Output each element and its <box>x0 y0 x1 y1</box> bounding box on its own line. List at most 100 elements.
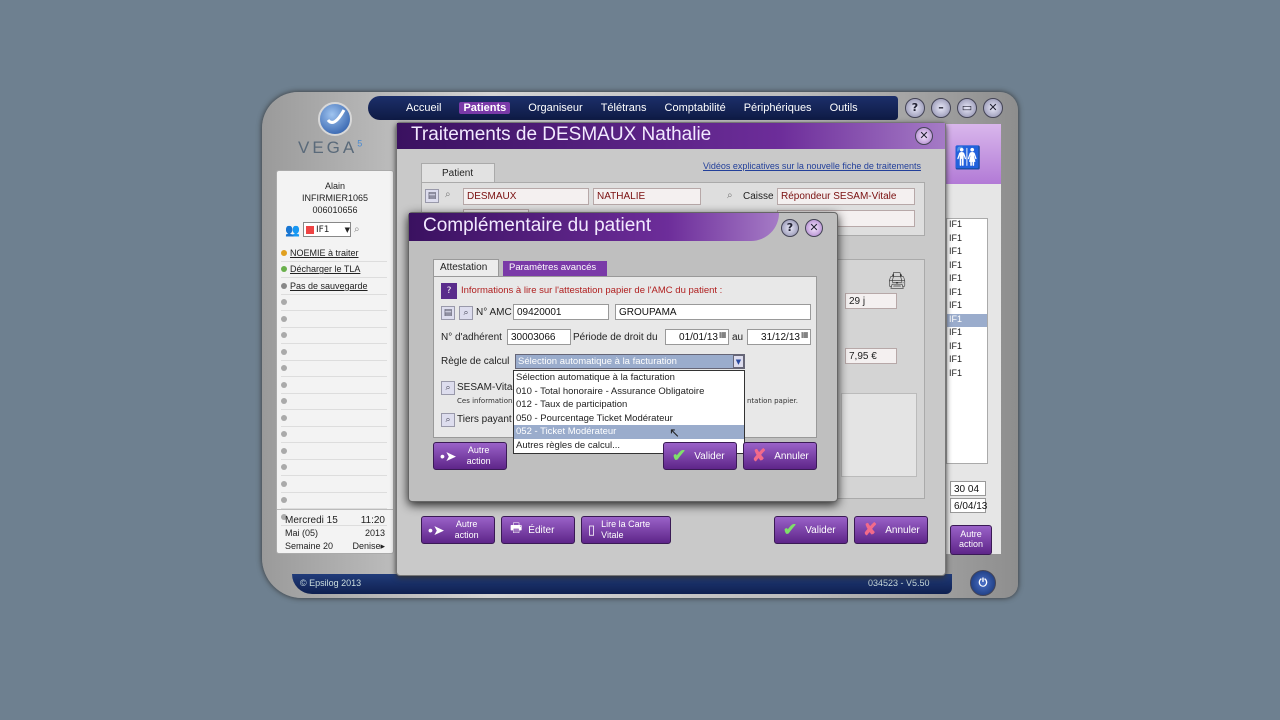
search-icon[interactable]: ⌕ <box>445 189 451 200</box>
card-icon[interactable]: ▤ <box>441 306 455 320</box>
periode-au-label: au <box>732 332 744 343</box>
first-name-field[interactable]: NATHALIE <box>593 188 701 205</box>
left-menu-item[interactable]: Pas de sauvegarde <box>281 278 387 295</box>
right-list-item[interactable]: IF1 <box>947 327 987 341</box>
right-list-item[interactable]: IF1 <box>947 341 987 355</box>
brand-logo: VEGA5 <box>298 138 366 157</box>
annuler-button[interactable]: ✘ Annuler <box>854 516 928 544</box>
right-field-2[interactable]: 6/04/13 <box>950 498 987 513</box>
minimize-icon[interactable]: – <box>931 98 951 118</box>
status-dot-icon <box>281 414 287 421</box>
regle-option[interactable]: 012 - Taux de participation <box>514 398 744 412</box>
amount-field[interactable]: 7,95 € <box>845 348 897 364</box>
dialog-help-icon[interactable]: ? <box>781 219 799 237</box>
right-list-item[interactable]: IF1 <box>947 313 987 327</box>
status-dot-icon <box>281 266 287 273</box>
right-list-item[interactable]: IF1 <box>947 233 987 247</box>
search-icon[interactable]: ⌕ <box>354 224 360 235</box>
caisse-field[interactable]: Répondeur SESAM-Vitale <box>777 188 915 205</box>
attestation-papier-text: ntation papier. <box>747 397 798 405</box>
amc-label: N° AMC <box>476 307 512 318</box>
search-icon[interactable]: ⌕ <box>727 190 733 201</box>
check-icon: ✔ <box>783 520 798 539</box>
dialog-annuler-button[interactable]: ✘ Annuler <box>743 442 817 470</box>
search-icon[interactable]: ⌕ <box>441 381 455 395</box>
editer-button[interactable]: 🖶 Éditer <box>501 516 575 544</box>
chevron-down-icon: ▼ <box>344 225 350 234</box>
lire-carte-button[interactable]: ▯ Lire la Carte Vitale <box>581 516 671 544</box>
print-icon: 🖶 <box>510 520 523 535</box>
nav-peripheriques[interactable]: Périphériques <box>744 102 812 114</box>
right-autre-action-button[interactable]: Autre action <box>950 525 992 555</box>
nav-organiseur[interactable]: Organiseur <box>528 102 582 114</box>
regle-option[interactable]: 010 - Total honoraire - Assurance Obliga… <box>514 385 744 399</box>
left-menu-item <box>281 344 387 361</box>
card-icon[interactable]: ▤ <box>425 189 439 203</box>
help-icon[interactable]: ? <box>905 98 925 118</box>
right-list-item[interactable]: IF1 <box>947 260 987 274</box>
user-id: 006010656 <box>312 205 358 215</box>
autre-action-button[interactable]: •➤ Autre action <box>421 516 495 544</box>
regle-select[interactable]: Sélection automatique à la facturation <box>515 354 745 369</box>
close-icon[interactable]: ✕ <box>983 98 1003 118</box>
nav-outils[interactable]: Outils <box>830 102 858 114</box>
arrow-icon: •➤ <box>440 447 457 464</box>
users-icon: 👥 <box>285 222 300 237</box>
dialog-title: Complémentaire du patient <box>409 213 779 241</box>
search-icon[interactable]: ⌕ <box>459 306 473 320</box>
left-menu-item <box>281 460 387 476</box>
regle-option[interactable]: 050 - Pourcentage Ticket Modérateur <box>514 412 744 426</box>
left-menu-item <box>281 476 387 493</box>
nav-patients[interactable]: Patients <box>459 102 511 114</box>
tab-patient[interactable]: Patient <box>421 163 495 183</box>
right-field-1[interactable]: 30 04 <box>950 481 986 496</box>
adherent-field[interactable]: 30003066 <box>507 329 571 345</box>
tab-attestation[interactable]: Attestation <box>433 259 499 276</box>
left-menu: NOEMIE à traiter Décharger le TLA Pas de s… <box>281 245 387 526</box>
side-box <box>841 393 917 477</box>
patients-icon: 🚻 <box>946 124 1001 184</box>
left-menu-item <box>281 493 387 509</box>
chevron-down-icon[interactable]: ▼ <box>733 355 744 368</box>
printer-icon: 🖨 <box>887 271 908 290</box>
calendar-icon[interactable]: ▦ <box>719 330 727 339</box>
window-close-icon[interactable]: ✕ <box>915 127 933 145</box>
profile-select[interactable]: IF1 ▼ <box>302 222 351 237</box>
search-icon[interactable]: ⌕ <box>441 413 455 427</box>
dialog-close-icon[interactable]: ✕ <box>805 219 823 237</box>
dialog-autre-action-button[interactable]: •➤ Autre action <box>433 442 507 470</box>
amc-name-field[interactable]: GROUPAMA <box>615 304 811 320</box>
days-field[interactable]: 29 j <box>845 293 897 309</box>
right-list-item[interactable]: IF1 <box>947 354 987 368</box>
tab-parametres[interactable]: Paramètres avancés <box>503 261 607 276</box>
right-list-item[interactable]: IF1 <box>947 300 987 314</box>
right-list-item[interactable]: IF1 <box>947 219 987 233</box>
cross-icon: ✘ <box>752 446 767 465</box>
status-dot-icon <box>281 480 287 487</box>
valider-button[interactable]: ✔ Valider <box>774 516 848 544</box>
right-list-item[interactable]: IF1 <box>947 246 987 260</box>
dialog-valider-button[interactable]: ✔ Valider <box>663 442 737 470</box>
right-list-item[interactable]: IF1 <box>947 273 987 287</box>
left-menu-item[interactable]: Décharger le TLA <box>281 262 387 278</box>
regle-option[interactable]: 052 - Ticket Modérateur <box>514 425 744 439</box>
window-icon[interactable]: ▭ <box>957 98 977 118</box>
status-dot-icon <box>281 398 287 405</box>
periode-label: Période de droit du <box>573 332 658 343</box>
calendar-icon[interactable]: ▦ <box>801 330 809 339</box>
caisse-label: Caisse <box>743 191 774 202</box>
nav-teletrans[interactable]: Télétrans <box>601 102 647 114</box>
power-icon[interactable]: ⏻ <box>970 570 996 596</box>
last-name-field[interactable]: DESMAUX <box>463 188 589 205</box>
regle-option[interactable]: Sélection automatique à la facturation <box>514 371 744 385</box>
right-list[interactable]: IF1 IF1 IF1 IF1 IF1 IF1 IF1 IF1 IF1 IF1 IF1 IF1 <box>946 218 988 464</box>
amc-field[interactable]: 09420001 <box>513 304 609 320</box>
adherent-label: N° d'adhérent <box>441 332 502 343</box>
nav-accueil[interactable]: Accueil <box>406 102 441 114</box>
right-list-item[interactable]: IF1 <box>947 287 987 301</box>
complementary-dialog: Complémentaire du patient ? ✕ Attestatio… <box>408 212 838 502</box>
nav-comptabilite[interactable]: Comptabilité <box>665 102 726 114</box>
right-list-item[interactable]: IF1 <box>947 368 987 382</box>
left-menu-item[interactable]: NOEMIE à traiter <box>281 245 387 262</box>
video-link[interactable]: Vidéos explicatives sur la nouvelle fich… <box>703 161 921 171</box>
